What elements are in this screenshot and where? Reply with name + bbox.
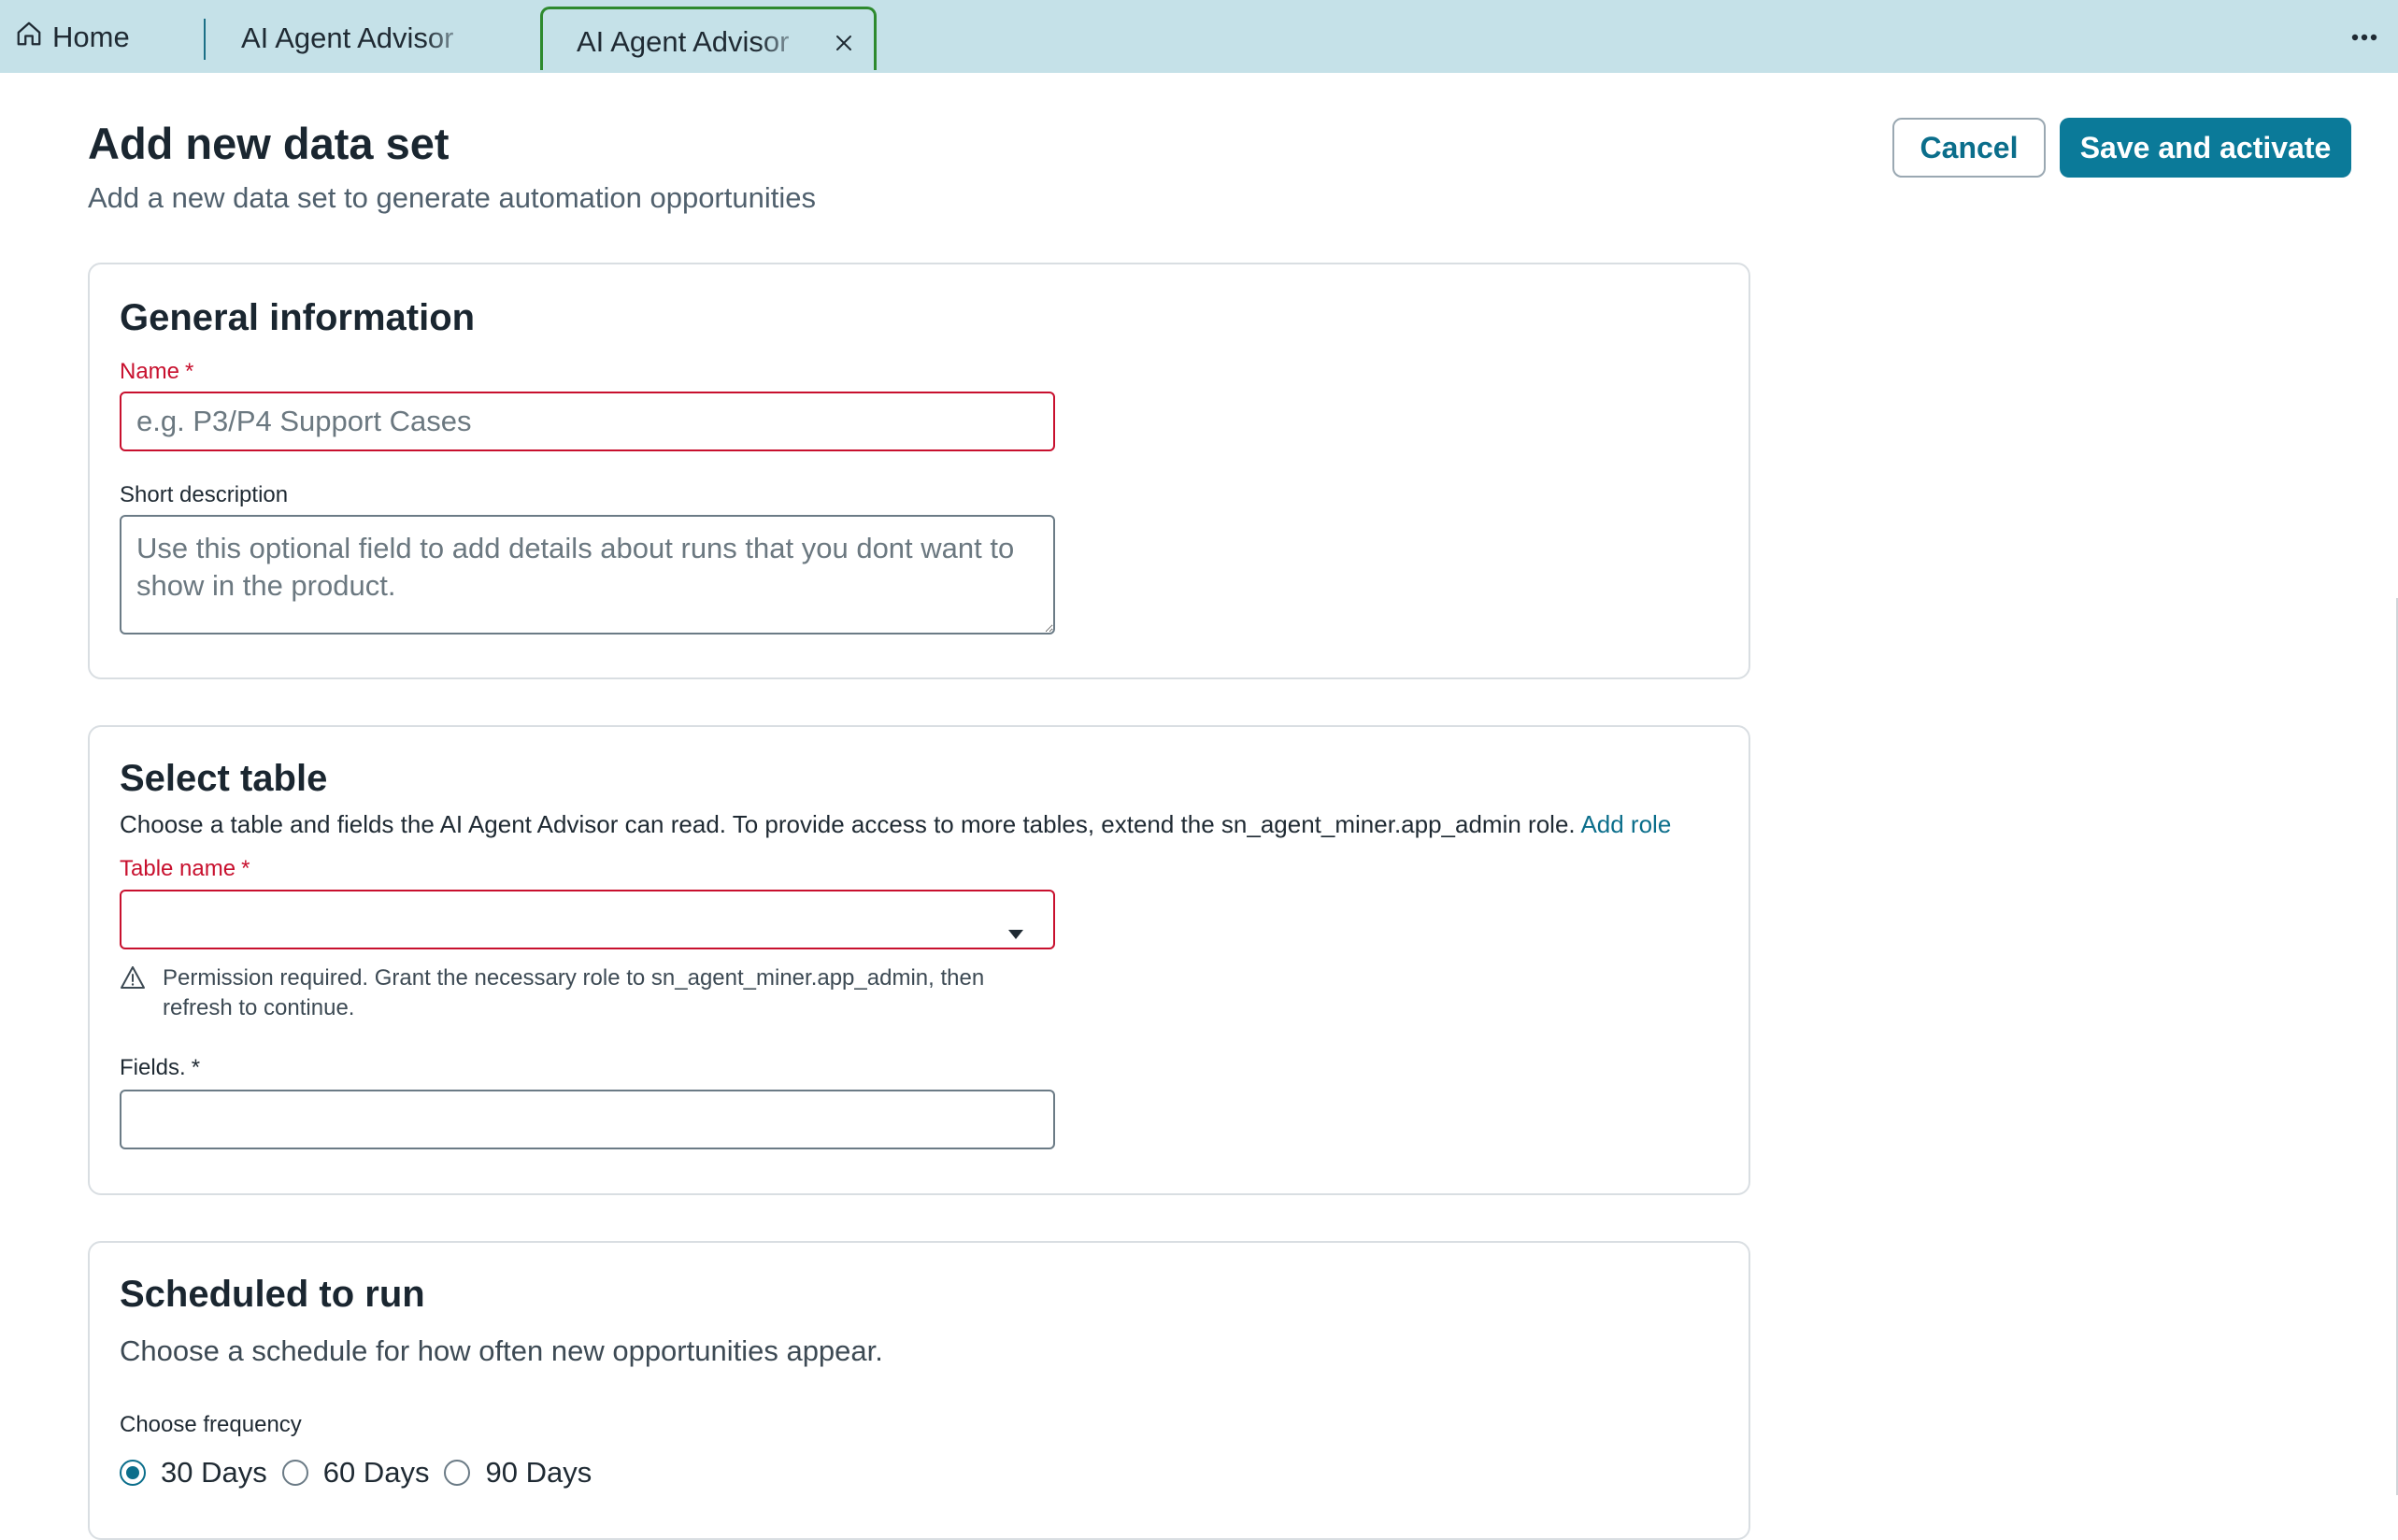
frequency-radio-group: 30 Days 60 Days 90 Days: [120, 1456, 607, 1490]
select-table-description: Choose a table and fields the AI Agent A…: [120, 808, 1671, 840]
table-name-label: Table name *: [120, 855, 250, 883]
required-marker: *: [191, 1055, 201, 1080]
page-title: Add new data set: [88, 119, 450, 168]
general-information-heading: General information: [120, 297, 476, 338]
more-horizontal-icon[interactable]: [2346, 19, 2383, 56]
scheduled-to-run-card: Scheduled to run Choose a schedule for h…: [88, 1241, 1750, 1540]
select-table-card: Select table Choose a table and fields t…: [88, 725, 1750, 1195]
radio-unselected-icon[interactable]: [281, 1460, 308, 1486]
fields-label-text: Fields.: [120, 1055, 186, 1080]
tab-bar: Home AI Agent Advisor AI Agent Advisor: [0, 0, 2398, 73]
required-marker: *: [241, 856, 250, 881]
table-name-label-text: Table name: [120, 856, 236, 881]
cancel-button[interactable]: Cancel: [1892, 118, 2046, 178]
select-table-heading: Select table: [120, 758, 328, 799]
warning-triangle-icon: [120, 964, 146, 991]
schedule-description: Choose a schedule for how often new oppo…: [120, 1334, 883, 1367]
short-description-label: Short description: [120, 482, 289, 507]
name-input[interactable]: [120, 392, 1055, 451]
frequency-option-30-days[interactable]: 30 Days: [120, 1456, 267, 1490]
tab-home-label: Home: [52, 21, 130, 53]
tab-divider: [204, 19, 206, 60]
fields-input[interactable]: [120, 1090, 1055, 1149]
tab-ai-agent-advisor-1[interactable]: AI Agent Advisor: [241, 17, 477, 60]
frequency-option-label: 60 Days: [322, 1456, 430, 1489]
save-and-activate-button[interactable]: Save and activate: [2060, 118, 2351, 178]
short-description-textarea[interactable]: [120, 515, 1055, 635]
permission-warning-text: Permission required. Grant the necessary…: [163, 965, 985, 1020]
tab-active-label: AI Agent Advisor: [577, 25, 790, 58]
home-icon: [15, 20, 43, 55]
name-label-text: Name: [120, 359, 180, 384]
page-subtitle: Add a new data set to generate automatio…: [88, 181, 816, 214]
table-name-select[interactable]: [120, 890, 1055, 949]
name-label: Name *: [120, 358, 193, 386]
required-marker: *: [185, 359, 194, 384]
tab-ai-agent-advisor-active[interactable]: AI Agent Advisor: [540, 7, 877, 70]
add-role-link[interactable]: Add role: [1580, 810, 1671, 838]
fields-label: Fields. *: [120, 1054, 200, 1082]
scheduled-to-run-heading: Scheduled to run: [120, 1274, 425, 1315]
choose-frequency-label: Choose frequency: [120, 1412, 302, 1437]
radio-unselected-icon[interactable]: [444, 1460, 471, 1486]
tab-home[interactable]: Home: [15, 17, 130, 58]
frequency-option-90-days[interactable]: 90 Days: [444, 1456, 592, 1490]
radio-selected-icon[interactable]: [120, 1460, 146, 1486]
window-edge: [2391, 598, 2398, 1495]
close-icon[interactable]: [833, 32, 855, 54]
select-table-description-text: Choose a table and fields the AI Agent A…: [120, 810, 1576, 838]
general-information-card: General information Name* Short descript…: [88, 263, 1750, 679]
frequency-option-label: 30 Days: [161, 1456, 267, 1489]
frequency-option-label: 90 Days: [485, 1456, 592, 1489]
frequency-option-60-days[interactable]: 60 Days: [281, 1456, 430, 1490]
caret-down-icon: [1007, 914, 1024, 939]
